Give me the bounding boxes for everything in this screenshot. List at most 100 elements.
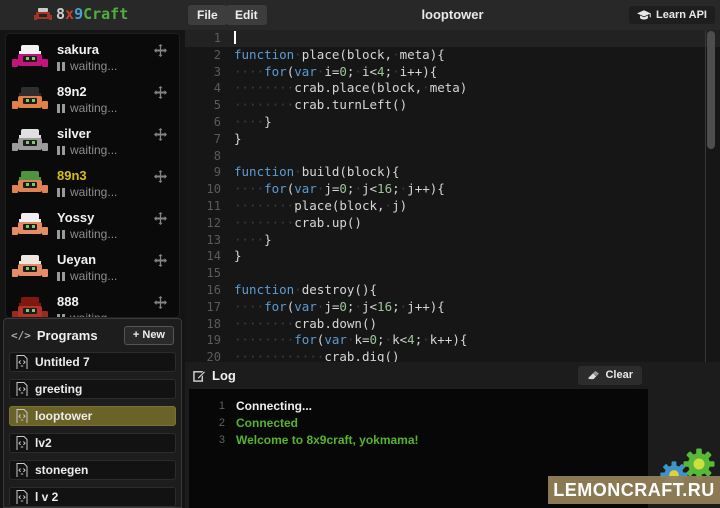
player-status: waiting... [57,269,117,283]
watermark-banner: LEMONCRAFT.RU [548,476,720,504]
file-code-icon [16,409,28,423]
programs-header: </> Programs + New [11,324,174,346]
log-line-number: 1 [189,400,225,412]
pause-icon [57,272,65,281]
file-code-icon [16,382,28,396]
log-title: Log [212,368,236,383]
move-icon[interactable] [154,254,167,267]
crab-avatar-icon [12,213,48,240]
player-row[interactable]: Ueyan waiting... [10,247,175,289]
code-line: 11 ········place(block,·j) [185,198,720,215]
file-code-icon [16,490,28,504]
player-status-text: waiting... [70,185,117,199]
code-line: 17 ····for(var·j=0;·j<16;·j++){ [185,299,720,316]
line-number: 12 [185,215,234,232]
log-line-number: 3 [189,434,225,446]
code-text: ····} [234,232,272,249]
code-line: 19 ········for(var·k=0;·k<4;·k++){ [185,332,720,349]
pause-icon [57,62,65,71]
program-label: l v 2 [35,490,58,504]
code-text: } [234,248,242,265]
program-item[interactable]: lv2 [9,433,176,453]
player-row[interactable]: 888 waiting... [10,289,175,318]
program-item[interactable]: stonegen [9,460,176,480]
code-text [234,30,236,47]
code-text: ········crab.place(block,·meta) [234,80,467,97]
player-name: silver [57,127,117,141]
logo-segment: 8 [56,5,65,23]
move-icon[interactable] [154,128,167,141]
move-icon[interactable] [154,296,167,309]
program-label: Untitled 7 [35,355,90,369]
player-row[interactable]: sakura waiting... [10,37,175,79]
players-panel: sakura waiting... 89n2 waiting... [5,33,180,318]
player-status-text: waiting... [70,143,117,157]
code-line: 1 [185,30,720,47]
editor-scrollbar[interactable] [705,30,714,362]
code-line: 16 function·destroy(){ [185,282,720,299]
programs-list: Untitled 7 greeting looptower lv2 stoneg… [9,352,176,507]
program-label: looptower [35,409,92,423]
new-program-button[interactable]: + New [124,326,174,345]
log-line-text: Welcome to 8x9craft, yokmama! [236,433,419,447]
line-number: 15 [185,265,234,282]
program-item[interactable]: Untitled 7 [9,352,176,372]
crab-logo-icon [34,7,52,22]
move-icon[interactable] [154,86,167,99]
player-row[interactable]: 89n2 waiting... [10,79,175,121]
crab-avatar-icon [12,45,48,72]
program-item[interactable]: looptower [9,406,176,426]
code-line: 12 ········crab.up() [185,215,720,232]
player-row[interactable]: 89n3 waiting... [10,163,175,205]
graduation-cap-icon [637,10,651,21]
learn-api-button[interactable]: Learn API [629,6,715,24]
code-text: ········crab.up() [234,215,362,232]
clear-label: Clear [605,369,633,381]
code-line: 5 ········crab.turnLeft() [185,97,720,114]
log-line: 3 Welcome to 8x9craft, yokmama! [189,431,648,448]
learn-api-label: Learn API [656,9,707,21]
log-line-text: Connecting... [236,399,312,413]
player-name: sakura [57,43,117,57]
player-status-text: waiting... [70,227,117,241]
player-status-text: waiting... [70,101,117,115]
move-icon[interactable] [154,212,167,225]
line-number: 7 [185,131,234,148]
line-number: 5 [185,97,234,114]
code-text: ········crab.turnLeft() [234,97,407,114]
player-status: waiting... [57,101,117,115]
line-number: 3 [185,64,234,81]
logo-segment: Craft [83,5,128,23]
clear-log-button[interactable]: Clear [578,366,642,385]
crab-avatar-icon [12,129,48,156]
code-line: 10 ····for(var·j=0;·j<16;·j++){ [185,181,720,198]
move-icon[interactable] [154,44,167,57]
player-status: waiting... [57,185,117,199]
crab-avatar-icon [12,297,48,319]
scrollbar-thumb[interactable] [707,31,715,149]
programs-panel: </> Programs + New Untitled 7 greeting l… [3,318,182,508]
code-text: function·place(block,·meta){ [234,47,445,64]
program-label: lv2 [35,436,52,450]
player-status: waiting... [57,59,117,73]
top-bar: 8x9Craft File Edit looptower Learn API [0,0,720,30]
line-number: 4 [185,80,234,97]
program-item[interactable]: greeting [9,379,176,399]
pause-icon [57,230,65,239]
player-row[interactable]: Yossy waiting... [10,205,175,247]
player-status-text: waiting... [70,311,117,318]
code-line: 7 } [185,131,720,148]
sidebar: sakura waiting... 89n2 waiting... [0,30,185,508]
program-item[interactable]: l v 2 [9,487,176,507]
player-status: waiting... [57,311,117,318]
app-logo: 8x9Craft [34,5,128,23]
programs-title: Programs [37,328,98,343]
code-text: ····for(var·j=0;·j<16;·j++){ [234,181,445,198]
code-editor[interactable]: 1 2 function·place(block,·meta){ 3 ····f… [185,30,720,362]
line-number: 18 [185,316,234,333]
code-line: 14 } [185,248,720,265]
code-text: ········crab.down() [234,316,377,333]
move-icon[interactable] [154,170,167,183]
player-row[interactable]: silver waiting... [10,121,175,163]
line-number: 13 [185,232,234,249]
